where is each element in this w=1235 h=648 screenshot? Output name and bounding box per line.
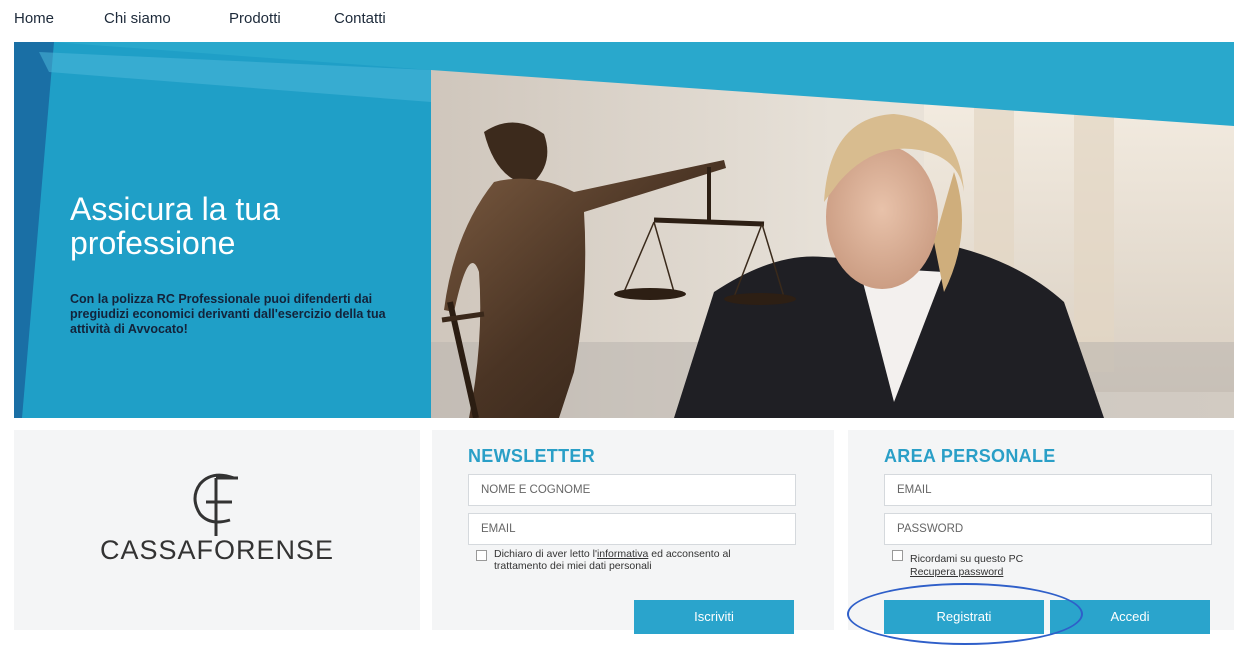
newsletter-title: NEWSLETTER <box>468 446 595 466</box>
hero-subtitle: Con la polizza RC Professionale puoi dif… <box>70 292 386 336</box>
subscribe-button[interactable]: Iscriviti <box>634 600 794 634</box>
newsletter-consent-text: Dichiaro di aver letto l'informativa ed … <box>494 548 764 572</box>
personal-area-title: AREA PERSONALE <box>884 446 1056 466</box>
consent-text-start: Dichiaro di aver letto l' <box>494 548 597 560</box>
hero-banner: Assicura la tua professione Con la poliz… <box>14 42 1234 418</box>
register-button[interactable]: Registrati <box>884 600 1044 634</box>
nav-products-link[interactable]: Prodotti <box>229 10 281 27</box>
personal-area-panel: AREA PERSONALE Ricordami su questo PC Re… <box>848 430 1234 634</box>
nav-home-link[interactable]: Home <box>14 10 54 27</box>
remember-me-checkbox[interactable] <box>892 550 903 561</box>
login-password-input[interactable] <box>884 513 1212 545</box>
hero-title: Assicura la tua professione <box>70 191 280 261</box>
cassaforense-logo-icon <box>193 473 238 536</box>
login-button[interactable]: Accedi <box>1050 600 1210 634</box>
newsletter-name-input[interactable] <box>468 474 796 506</box>
top-nav: Home Chi siamo Prodotti Contatti <box>0 0 1235 40</box>
remember-me-label: Ricordami su questo PC <box>910 553 1024 565</box>
login-email-input[interactable] <box>884 474 1212 506</box>
newsletter-email-input[interactable] <box>468 513 796 545</box>
newsletter-consent-checkbox[interactable] <box>476 550 487 561</box>
privacy-policy-link[interactable]: informativa <box>597 548 648 560</box>
newsletter-panel: NEWSLETTER Dichiaro di aver letto l'info… <box>432 430 834 634</box>
nav-about-link[interactable]: Chi siamo <box>104 10 171 27</box>
logo-panel: CASSAFORENSE <box>14 430 420 630</box>
nav-contacts-link[interactable]: Contatti <box>334 10 386 27</box>
recover-password-link[interactable]: Recupera password <box>910 566 1003 578</box>
logo-name: CASSAFORENSE <box>99 535 335 565</box>
